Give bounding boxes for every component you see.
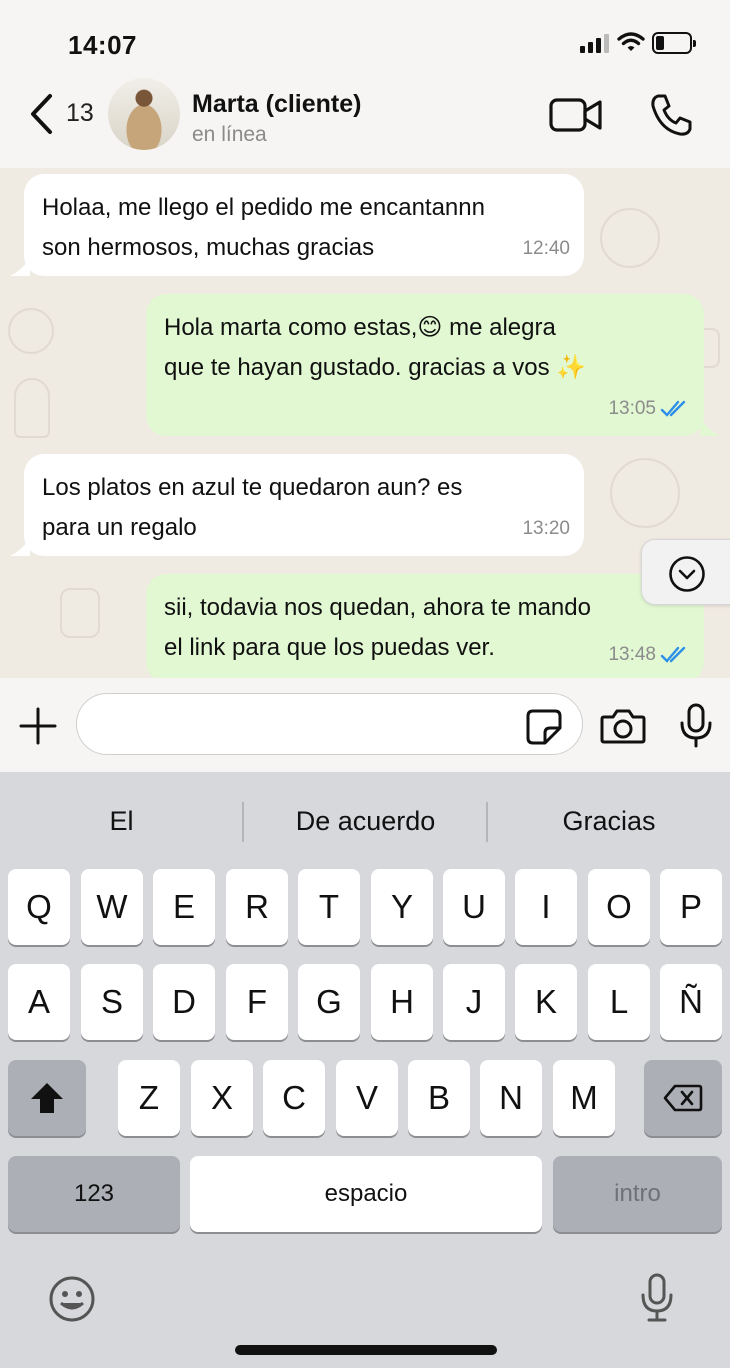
suggestion-2[interactable]: De acuerdo [244,772,487,870]
message-time: 13:48 [608,635,690,675]
key-w[interactable]: W [81,869,143,945]
chevron-left-icon[interactable] [26,92,56,136]
key-k[interactable]: K [515,964,577,1040]
key-o[interactable]: O [588,869,650,945]
message-input[interactable] [97,704,517,744]
message-text: Hola marta como estas,😊 me alegra [164,314,556,341]
wallpaper-doodle [60,588,100,638]
key-r[interactable]: R [226,869,288,945]
message-outgoing[interactable]: sii, todavia nos quedan, ahora te mando … [146,574,704,678]
key-j[interactable]: J [443,964,505,1040]
home-indicator [235,1345,497,1355]
message-incoming[interactable]: Holaa, me llego el pedido me encantannn … [24,174,584,276]
key-b[interactable]: B [408,1060,470,1136]
emoji-icon[interactable] [48,1275,96,1323]
key-z[interactable]: Z [118,1060,180,1136]
suggestion-3[interactable]: Gracias [488,772,730,870]
chevron-down-circle-icon [669,556,705,592]
keyboard: El De acuerdo Gracias Q W E R T Y U I O … [0,772,730,1368]
key-x[interactable]: X [191,1060,253,1136]
key-m[interactable]: M [553,1060,615,1136]
key-h[interactable]: H [371,964,433,1040]
camera-icon[interactable] [600,708,646,744]
message-text: para un regalo [42,514,197,541]
back-unread-count[interactable]: 13 [66,99,94,128]
key-v[interactable]: V [336,1060,398,1136]
message-outgoing[interactable]: Hola marta como estas,😊 me alegra que te… [146,294,704,436]
plus-icon[interactable] [18,706,58,746]
battery-icon [652,32,696,54]
wallpaper-doodle [600,208,660,268]
message-time-text: 13:48 [608,644,656,665]
shift-key[interactable] [8,1060,86,1136]
key-d[interactable]: D [153,964,215,1040]
status-time: 14:07 [68,30,137,60]
backspace-icon [663,1084,703,1112]
message-text: que te hayan gustado. gracias a vos ✨ [164,354,587,381]
key-p[interactable]: P [660,869,722,945]
delete-key[interactable] [644,1060,722,1136]
video-camera-icon[interactable] [548,96,604,136]
chat-area[interactable]: Holaa, me llego el pedido me encantannn … [0,168,730,678]
sticker-icon[interactable] [525,708,563,746]
key-q[interactable]: Q [8,869,70,945]
message-time: 13:20 [522,509,570,549]
numbers-key[interactable]: 123 [8,1156,180,1232]
message-incoming[interactable]: Los platos en azul te quedaron aun? es p… [24,454,584,556]
double-check-read-icon [660,646,686,663]
message-time: 13:05 [608,389,690,429]
wifi-icon [617,32,645,51]
scroll-to-bottom-button[interactable] [641,539,730,605]
key-f[interactable]: F [226,964,288,1040]
wallpaper-doodle [14,378,50,438]
contact-name[interactable]: Marta (cliente) [192,90,361,119]
avatar[interactable] [108,78,180,150]
dictation-mic-icon[interactable] [640,1272,674,1324]
wallpaper-doodle [8,308,54,354]
message-text: Los platos en azul te quedaron aun? es [42,474,463,501]
message-text: Holaa, me llego el pedido me encantannn [42,194,485,221]
key-e[interactable]: E [153,869,215,945]
message-input-field[interactable] [76,693,583,755]
key-s[interactable]: S [81,964,143,1040]
shift-icon [31,1083,63,1113]
message-text: sii, todavia nos quedan, ahora te mando [164,594,591,621]
key-l[interactable]: L [588,964,650,1040]
contact-status: en línea [192,123,267,146]
message-composer [0,678,730,772]
message-time-text: 13:20 [522,518,570,539]
return-key[interactable]: intro [553,1156,722,1232]
suggestion-1[interactable]: El [0,772,243,870]
space-key[interactable]: espacio [190,1156,542,1232]
key-t[interactable]: T [298,869,360,945]
key-g[interactable]: G [298,964,360,1040]
key-c[interactable]: C [263,1060,325,1136]
message-time-text: 13:05 [608,398,656,419]
wallpaper-doodle [610,458,680,528]
key-a[interactable]: A [8,964,70,1040]
cellular-signal-icon [580,33,610,53]
key-u[interactable]: U [443,869,505,945]
message-time-text: 12:40 [522,238,570,259]
key-n[interactable]: N [480,1060,542,1136]
key-i[interactable]: I [515,869,577,945]
status-bar: 14:07 [0,0,730,78]
phone-icon[interactable] [648,92,694,138]
double-check-read-icon [660,400,686,417]
key-y[interactable]: Y [371,869,433,945]
message-time: 12:40 [522,229,570,269]
chat-header: 13 Marta (cliente) en línea [0,78,730,168]
message-text: son hermosos, muchas gracias [42,234,375,261]
key-enye[interactable]: Ñ [660,964,722,1040]
microphone-icon[interactable] [679,702,713,748]
